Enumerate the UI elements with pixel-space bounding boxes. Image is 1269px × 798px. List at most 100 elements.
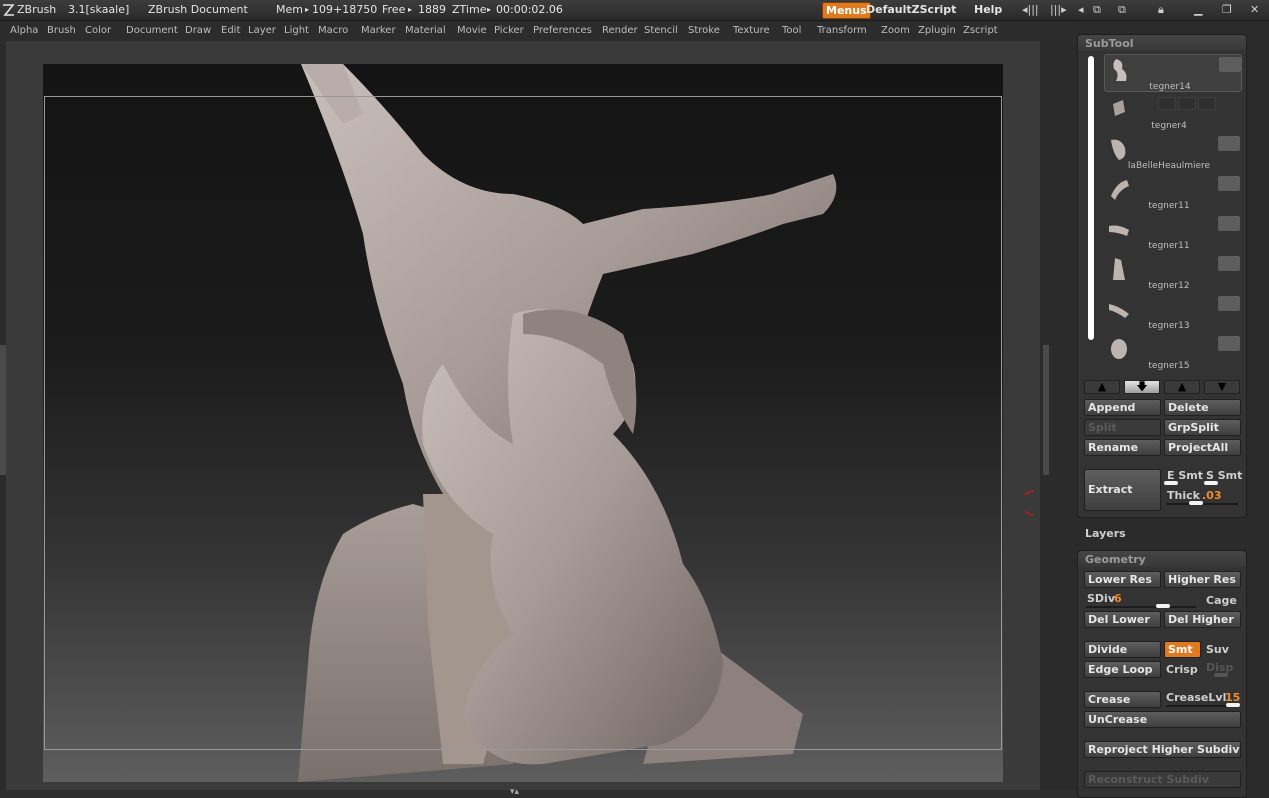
menu-marker[interactable]: Marker: [361, 25, 396, 36]
extract-button[interactable]: Extract: [1084, 469, 1161, 511]
subtool-thumbnail-icon: [1111, 339, 1127, 359]
menu-zoom[interactable]: Zoom: [881, 25, 910, 36]
bottom-tray-toggle-icon[interactable]: ▾▴: [510, 787, 519, 797]
subtool-item[interactable]: tegner11: [1104, 174, 1242, 212]
menu-alpha[interactable]: Alpha: [10, 25, 38, 36]
projectall-button[interactable]: ProjectAll: [1164, 439, 1241, 456]
edge-marker-icon: [1025, 490, 1035, 516]
split-button[interactable]: Split: [1084, 419, 1161, 436]
menu-picker[interactable]: Picker: [494, 25, 524, 36]
creaselvl-label: CreaseLvl: [1166, 691, 1227, 704]
sdiv-slider-knob[interactable]: [1156, 604, 1170, 608]
menus-toggle-button[interactable]: Menus: [822, 2, 871, 19]
right-tray-handle[interactable]: [1043, 345, 1049, 475]
subtool-prev-button[interactable]: ▲: [1164, 380, 1200, 394]
crisp-toggle[interactable]: Crisp: [1166, 663, 1198, 676]
higher-res-button[interactable]: Higher Res: [1164, 571, 1241, 588]
ztime-arrow-icon: ▸: [487, 5, 492, 14]
zscript-name[interactable]: DefaultZScript: [866, 3, 956, 16]
menu-movie[interactable]: Movie: [457, 25, 487, 36]
subtool-move-up-button[interactable]: ▲: [1084, 380, 1120, 394]
scroll-left-icon[interactable]: ◂|||: [1022, 3, 1039, 17]
edge-loop-button[interactable]: Edge Loop: [1084, 661, 1161, 678]
visibility-eye-icon[interactable]: [1218, 256, 1240, 271]
append-button[interactable]: Append: [1084, 399, 1161, 416]
menu-material[interactable]: Material: [405, 25, 446, 36]
del-higher-button[interactable]: Del Higher: [1164, 611, 1241, 628]
pin-left-icon[interactable]: ◂: [1078, 3, 1084, 17]
visibility-eye-icon[interactable]: [1218, 136, 1240, 151]
minimize-icon[interactable]: ▁: [1194, 3, 1202, 17]
subtool-item[interactable]: tegner4: [1104, 94, 1242, 132]
esmt-slider[interactable]: [1164, 481, 1178, 485]
restore-icon[interactable]: ❐: [1222, 3, 1232, 17]
close-icon[interactable]: ✕: [1250, 3, 1259, 17]
sdiv-label: SDiv: [1087, 592, 1115, 605]
menu-edit[interactable]: Edit: [221, 25, 240, 36]
suv-toggle[interactable]: Suv: [1206, 643, 1229, 656]
ssmt-slider[interactable]: [1204, 481, 1218, 485]
crease-button[interactable]: Crease: [1084, 691, 1161, 708]
subtool-thumbnail-icon: [1113, 100, 1125, 116]
subtool-thumbnail-icon: [1111, 180, 1129, 200]
thick-slider-knob[interactable]: [1189, 501, 1203, 505]
subtool-move-down-button[interactable]: 🡇: [1124, 380, 1160, 394]
menu-tool[interactable]: Tool: [782, 25, 801, 36]
help-button[interactable]: Help: [974, 3, 1002, 16]
uncrease-button[interactable]: UnCrease: [1084, 711, 1241, 728]
menu-light[interactable]: Light: [284, 25, 309, 36]
del-lower-button[interactable]: Del Lower: [1084, 611, 1161, 628]
menu-macro[interactable]: Macro: [318, 25, 348, 36]
thick-value: .03: [1202, 489, 1222, 502]
menu-layer[interactable]: Layer: [248, 25, 276, 36]
subtool-item[interactable]: tegner11: [1104, 214, 1242, 252]
visibility-eye-icon[interactable]: [1218, 296, 1240, 311]
menu-draw[interactable]: Draw: [185, 25, 211, 36]
menu-document[interactable]: Document: [126, 25, 178, 36]
scroll-right-icon[interactable]: |||▸: [1050, 3, 1067, 17]
cage-button[interactable]: Cage: [1206, 594, 1237, 607]
subtool-next-button[interactable]: ▼: [1204, 380, 1240, 394]
lower-res-button[interactable]: Lower Res: [1084, 571, 1161, 588]
sdiv-slider[interactable]: [1086, 606, 1196, 608]
menu-zscript[interactable]: Zscript: [963, 25, 998, 36]
grpsplit-button[interactable]: GrpSplit: [1164, 419, 1241, 436]
visibility-eye-icon[interactable]: [1219, 57, 1241, 72]
geometry-title[interactable]: Geometry: [1078, 551, 1246, 567]
subtool-item[interactable]: laBelleHeaulmiere: [1104, 134, 1242, 172]
left-tray-handle[interactable]: [0, 345, 6, 475]
subtool-item[interactable]: tegner15: [1104, 334, 1242, 372]
app-version: 3.1[skaale]: [68, 3, 130, 16]
subtool-title[interactable]: SubTool: [1078, 35, 1246, 51]
document-canvas[interactable]: [43, 64, 1003, 782]
menu-brush[interactable]: Brush: [47, 25, 76, 36]
menu-preferences[interactable]: Preferences: [533, 25, 592, 36]
menu-render[interactable]: Render: [602, 25, 638, 36]
visibility-eye-icon[interactable]: [1218, 336, 1240, 351]
sdiv-value: 6: [1114, 592, 1122, 605]
menu-color[interactable]: Color: [85, 25, 111, 36]
subtool-scrollbar[interactable]: [1088, 56, 1094, 340]
lock-icon[interactable]: 🔒︎: [1158, 3, 1164, 17]
layout-icon-2[interactable]: ⧉: [1118, 3, 1126, 17]
layers-panel-title[interactable]: Layers: [1085, 527, 1126, 540]
layout-icon-1[interactable]: ⧉: [1093, 3, 1101, 17]
delete-button[interactable]: Delete: [1164, 399, 1241, 416]
reproject-higher-subdiv-button[interactable]: Reproject Higher Subdiv: [1084, 741, 1241, 758]
menu-stencil[interactable]: Stencil: [644, 25, 678, 36]
subtool-item[interactable]: tegner13: [1104, 294, 1242, 332]
reconstruct-subdiv-button[interactable]: Reconstruct Subdiv: [1084, 771, 1241, 788]
divide-button[interactable]: Divide: [1084, 641, 1161, 658]
creaselvl-slider-knob[interactable]: [1226, 703, 1240, 707]
visibility-eye-icon[interactable]: [1218, 176, 1240, 191]
visibility-eye-icon[interactable]: [1218, 216, 1240, 231]
menu-texture[interactable]: Texture: [733, 25, 770, 36]
rename-button[interactable]: Rename: [1084, 439, 1161, 456]
disp-slider[interactable]: [1214, 673, 1228, 677]
menu-zplugin[interactable]: Zplugin: [918, 25, 956, 36]
menu-stroke[interactable]: Stroke: [688, 25, 720, 36]
smt-toggle[interactable]: Smt: [1164, 641, 1201, 658]
menu-transform[interactable]: Transform: [817, 25, 867, 36]
subtool-item[interactable]: tegner12: [1104, 254, 1242, 292]
subtool-item[interactable]: tegner14: [1104, 54, 1242, 92]
